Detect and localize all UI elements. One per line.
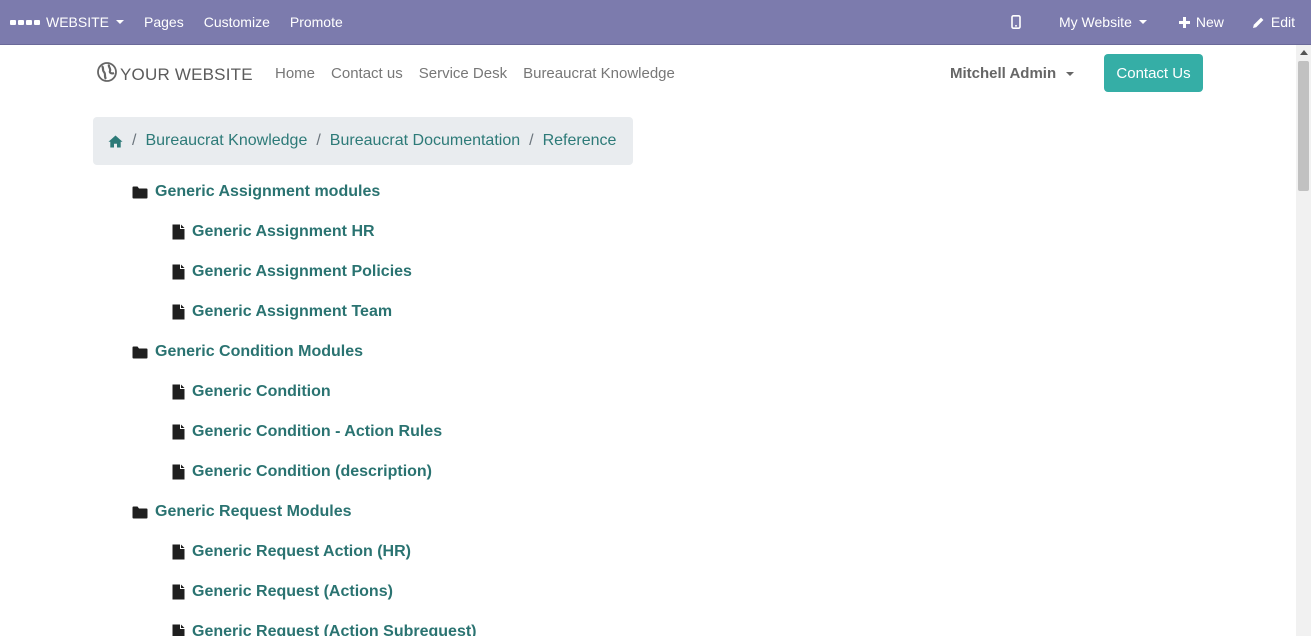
nav-home[interactable]: Home: [267, 65, 323, 82]
mobile-preview-button[interactable]: [991, 0, 1041, 44]
website-menu[interactable]: WEBSITE: [0, 0, 134, 44]
edit-button[interactable]: Edit: [1238, 0, 1311, 44]
globe-icon: [97, 62, 117, 87]
scrollbar-thumb[interactable]: [1298, 61, 1309, 191]
tree-document-item[interactable]: Generic Request Action (HR): [172, 532, 411, 572]
my-website-label: My Website: [1058, 14, 1132, 30]
nav-contact-us[interactable]: Contact us: [323, 65, 411, 82]
user-name: Mitchell Admin: [950, 65, 1057, 82]
nav-bureaucrat-knowledge[interactable]: Bureaucrat Knowledge: [515, 65, 683, 82]
file-icon: [172, 424, 185, 440]
tree-item-label[interactable]: Generic Request Modules: [155, 503, 352, 521]
tree-document-item[interactable]: Generic Condition - Action Rules: [172, 412, 442, 452]
folder-icon: [132, 186, 148, 199]
breadcrumb-separator: /: [529, 132, 534, 149]
plus-icon: [1178, 16, 1190, 28]
tree-item-label[interactable]: Generic Request (Action Subrequest): [192, 623, 477, 636]
breadcrumb-item[interactable]: Reference: [543, 132, 617, 150]
file-icon: [172, 304, 185, 320]
tree-document-item[interactable]: Generic Assignment HR: [172, 212, 375, 252]
tree-item-label[interactable]: Generic Assignment Policies: [192, 263, 412, 281]
file-icon: [172, 464, 185, 480]
file-icon: [172, 544, 185, 560]
new-label: New: [1195, 14, 1224, 30]
tree-item-label[interactable]: Generic Request Action (HR): [192, 543, 411, 561]
brand-name: YOUR WEBSITE: [120, 64, 253, 84]
caret-down-icon: [1138, 20, 1147, 24]
tree-folder-item[interactable]: Generic Assignment modules: [132, 172, 380, 212]
breadcrumb-item[interactable]: Bureaucrat Documentation: [330, 132, 520, 150]
folder-icon: [132, 506, 148, 519]
breadcrumb: / Bureaucrat Knowledge / Bureaucrat Docu…: [93, 117, 633, 165]
scroll-up-arrow-icon[interactable]: [1300, 50, 1308, 55]
promote-menu[interactable]: Promote: [280, 0, 353, 44]
edit-label: Edit: [1270, 14, 1295, 30]
tree-folder-item[interactable]: Generic Request Modules: [132, 492, 352, 532]
brand-logo[interactable]: YOUR WEBSITE: [97, 62, 253, 87]
tree-folder-item[interactable]: Generic Condition Modules: [132, 332, 363, 372]
tree-document-item[interactable]: Generic Assignment Team: [172, 292, 392, 332]
tree-document-item[interactable]: Generic Condition: [172, 372, 331, 412]
user-menu[interactable]: Mitchell Admin: [950, 65, 1075, 82]
file-icon: [172, 624, 185, 636]
file-icon: [172, 384, 185, 400]
caret-down-icon: [116, 20, 125, 24]
main-nav: Home Contact us Service Desk Bureaucrat …: [267, 65, 683, 82]
breadcrumb-separator: /: [132, 132, 137, 149]
tree-document-item[interactable]: Generic Condition (description): [172, 452, 432, 492]
tree-item-label[interactable]: Generic Condition Modules: [155, 343, 363, 361]
tree-item-label[interactable]: Generic Condition: [192, 383, 331, 401]
tree-item-label[interactable]: Generic Assignment HR: [192, 223, 375, 241]
admin-bar: WEBSITE Pages Customize Promote My Websi…: [0, 0, 1311, 45]
tree-item-label[interactable]: Generic Request (Actions): [192, 583, 393, 601]
tree-item-label[interactable]: Generic Assignment modules: [155, 183, 380, 201]
breadcrumb-separator: /: [316, 132, 321, 149]
breadcrumb-item[interactable]: Bureaucrat Knowledge: [145, 132, 307, 150]
file-icon: [172, 584, 185, 600]
contact-us-button[interactable]: Contact Us: [1104, 54, 1203, 92]
tree-document-item[interactable]: Generic Request (Actions): [172, 572, 393, 612]
caret-down-icon: [1066, 71, 1075, 76]
pages-menu[interactable]: Pages: [134, 0, 194, 44]
nav-service-desk[interactable]: Service Desk: [411, 65, 515, 82]
customize-menu[interactable]: Customize: [194, 0, 280, 44]
new-button[interactable]: New: [1165, 0, 1238, 44]
tree-document-item[interactable]: Generic Request (Action Subrequest): [172, 612, 477, 636]
vertical-scrollbar[interactable]: [1296, 45, 1311, 636]
file-icon: [172, 224, 185, 240]
tree-item-label[interactable]: Generic Assignment Team: [192, 303, 392, 321]
file-icon: [172, 264, 185, 280]
site-header: YOUR WEBSITE Home Contact us Service Des…: [0, 45, 1296, 103]
tree-item-label[interactable]: Generic Condition (description): [192, 463, 432, 481]
folder-icon: [132, 346, 148, 359]
tree-document-item[interactable]: Generic Assignment Policies: [172, 252, 412, 292]
apps-grid-icon: [10, 19, 40, 25]
tree-item-label[interactable]: Generic Condition - Action Rules: [192, 423, 442, 441]
my-website-menu[interactable]: My Website: [1041, 0, 1165, 44]
mobile-phone-icon: [1011, 15, 1021, 29]
pencil-icon: [1252, 16, 1265, 29]
home-icon[interactable]: [108, 135, 123, 148]
website-menu-label: WEBSITE: [46, 14, 110, 30]
